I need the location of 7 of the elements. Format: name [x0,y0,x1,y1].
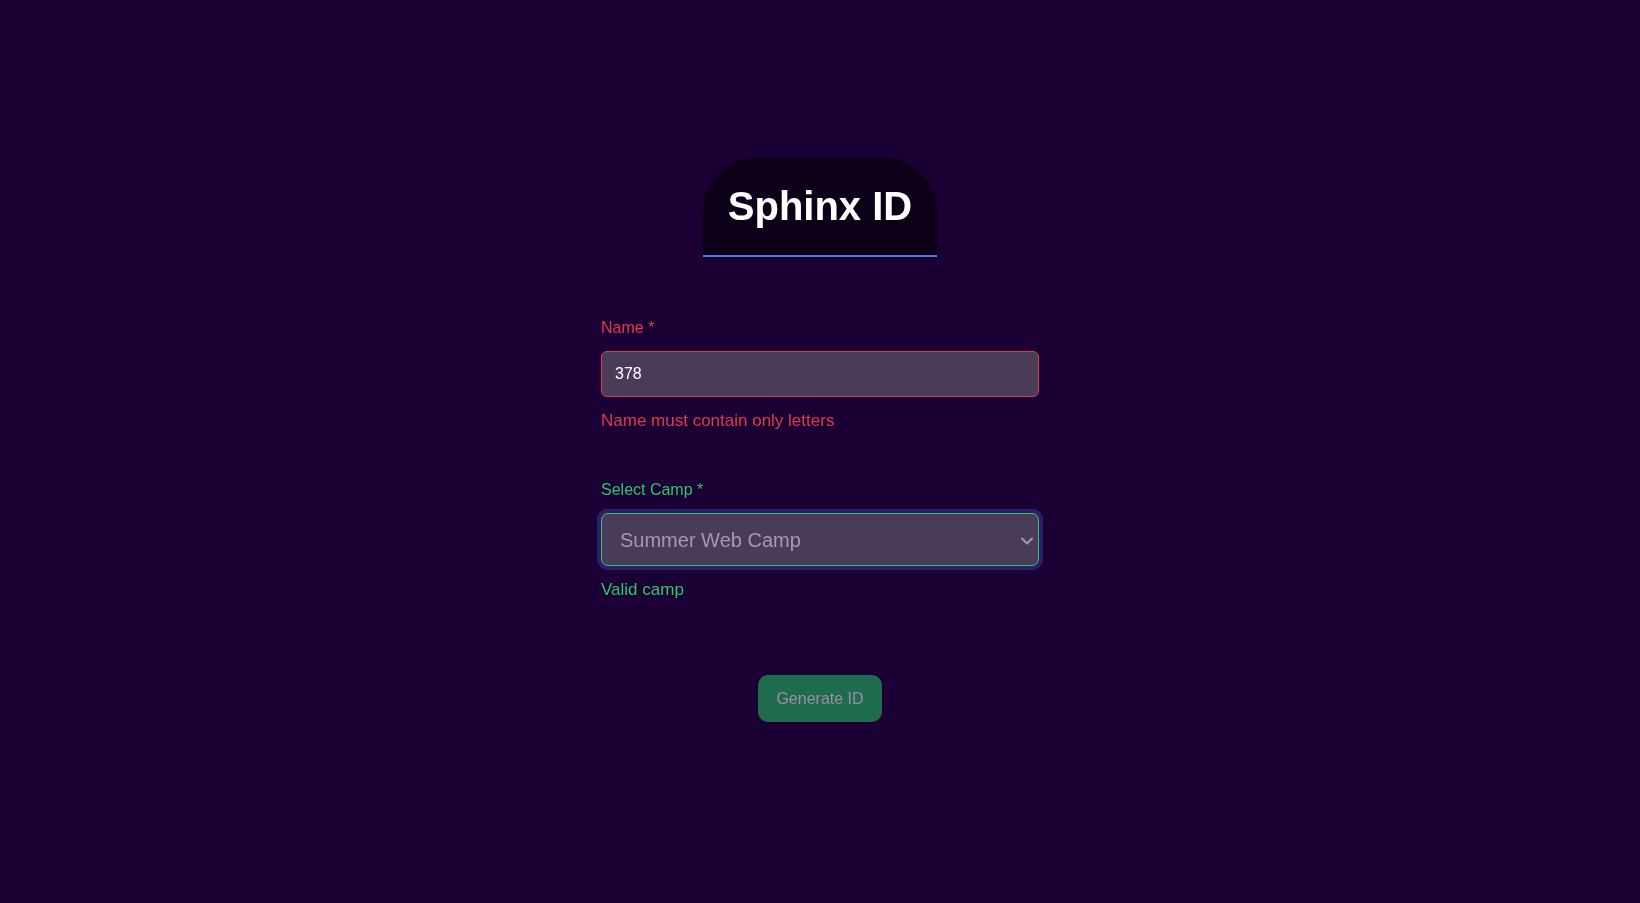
field-label: Select Camp * [601,480,704,500]
field-label: Name * [601,318,655,338]
chevron-down-icon [1021,536,1033,545]
validation-message: Valid camp [601,579,684,601]
app-title: Sphinx ID [703,157,937,257]
name-input[interactable]: 378 [601,351,1039,397]
error-message: Name must contain only letters [601,410,835,432]
